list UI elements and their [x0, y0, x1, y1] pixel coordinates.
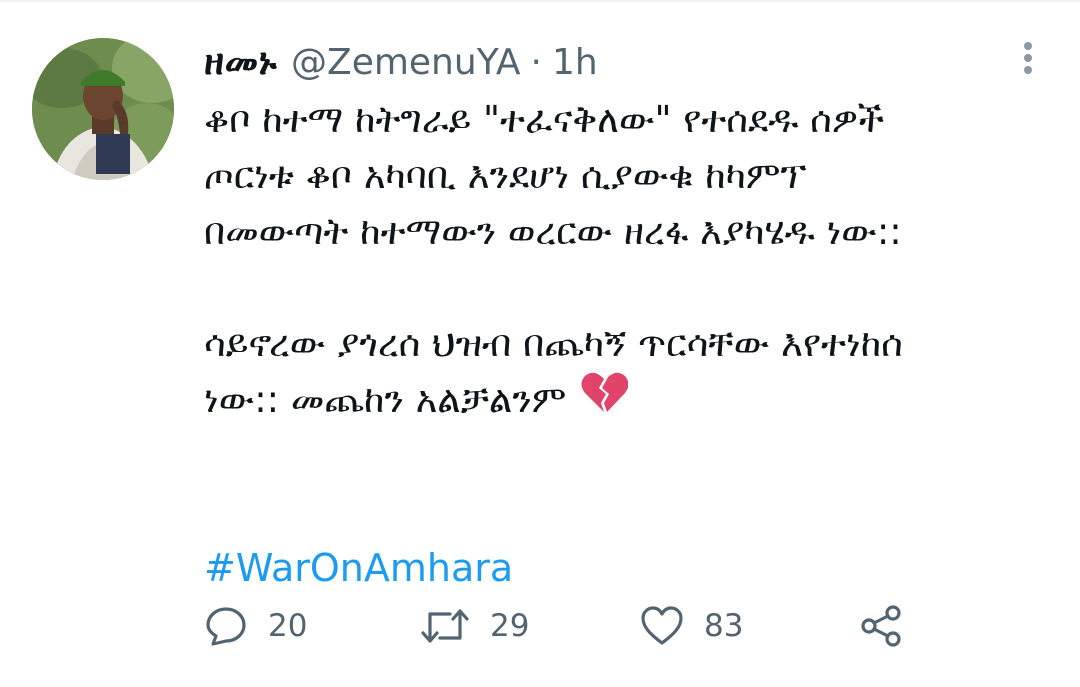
user-handle[interactable]: @ZemenuYA: [291, 42, 520, 83]
share-button[interactable]: [858, 600, 904, 652]
timestamp[interactable]: 1h: [552, 42, 598, 83]
hashtag-link[interactable]: #WarOnAmhara: [204, 540, 513, 596]
hashtag-line: #WarOnAmhara: [204, 540, 1064, 596]
tweet-text-line: ቆቦ ከተማ ከትግራይ "ተፈናቅለው" የተሰደዱ ሰዎች: [204, 98, 885, 141]
tweet-text-line: ጦርነቱ ቆቦ አካባቢ እንደሆነ ሲያውቁ ከካምፕ: [204, 154, 807, 197]
more-options-button[interactable]: [1008, 38, 1048, 78]
avatar[interactable]: [32, 38, 174, 180]
vertical-dots-icon: [1024, 42, 1032, 74]
tweet-actions: 20 29 83: [204, 600, 1024, 652]
tweet-text-line: በመውጣት ከተማውን ወረርው ዘረፋ እያካሄዱ ነው::: [204, 210, 902, 253]
share-icon: [861, 605, 901, 647]
display-name[interactable]: ዘመኑ: [204, 40, 277, 84]
tweet-text-line: ሳይኖረው ያጎረሰ ህዝብ በጨካኝ ጥርሳቸው እየተነከሰ: [204, 322, 903, 365]
broken-heart-icon: [580, 370, 629, 430]
like-heart-icon: [641, 606, 683, 645]
separator-dot: ·: [530, 41, 542, 83]
tweet-text-line-with-emoji: ነው:: መጨከን አልቻልንም: [204, 372, 1064, 428]
tweet-text-line: ነው:: መጨከን አልቻልንም: [204, 378, 567, 421]
tweet-text: ቆቦ ከተማ ከትግራይ "ተፈናቅለው" የተሰደዱ ሰዎች ጦርነቱ ቆቦ …: [204, 92, 1064, 596]
tweet[interactable]: ዘመኑ @ZemenuYA · 1h ቆቦ ከተማ ከትግራይ "ተፈናቅለው"…: [0, 0, 1080, 687]
tweet-header: ዘመኑ @ZemenuYA · 1h: [204, 38, 598, 86]
reply-count: 20: [268, 608, 308, 644]
like-button[interactable]: 83: [640, 600, 743, 652]
reply-button[interactable]: 20: [204, 600, 307, 652]
retweet-button[interactable]: 29: [420, 600, 529, 652]
retweet-count: 29: [490, 608, 530, 644]
retweet-icon: [421, 609, 469, 643]
like-count: 83: [704, 608, 744, 644]
reply-icon: [206, 607, 246, 646]
